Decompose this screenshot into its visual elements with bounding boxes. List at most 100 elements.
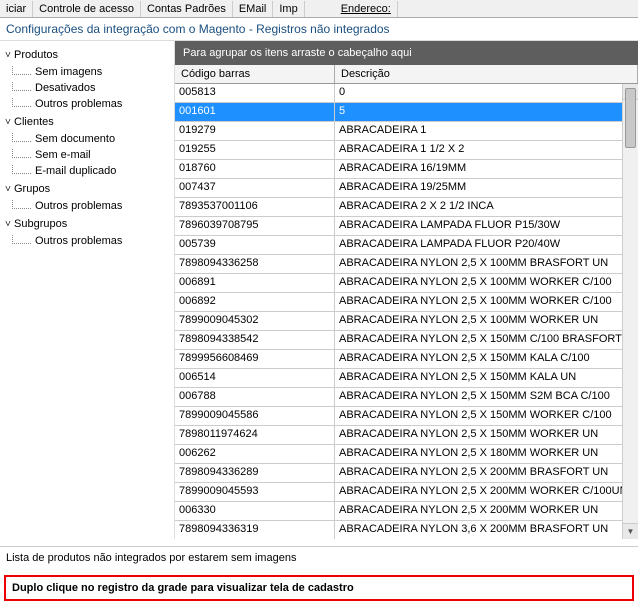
cell-desc: ABRACADEIRA NYLON 2,5 X 180MM WORKER UN [335, 445, 638, 463]
table-row[interactable]: 7898011974624ABRACADEIRA NYLON 2,5 X 150… [175, 426, 638, 445]
tree-item[interactable]: Sem documento [35, 133, 115, 145]
table-row[interactable]: 7899009045593ABRACADEIRA NYLON 2,5 X 200… [175, 483, 638, 502]
cell-code: 006514 [175, 369, 335, 387]
cell-desc: ABRACADEIRA NYLON 3,6 X 200MM BRASFORT U… [335, 521, 638, 539]
cell-desc: ABRACADEIRA NYLON 2,5 X 150MM S2M BCA C/… [335, 388, 638, 406]
cell-desc: 0 [335, 84, 638, 102]
cell-desc: ABRACADEIRA NYLON 2,5 X 100MM WORKER C/1… [335, 274, 638, 292]
cell-desc: ABRACADEIRA 1 [335, 122, 638, 140]
cell-desc: ABRACADEIRA LAMPADA FLUOR P15/30W [335, 217, 638, 235]
table-row[interactable]: 7898094336319ABRACADEIRA NYLON 3,6 X 200… [175, 521, 638, 539]
cell-code: 7899009045593 [175, 483, 335, 501]
menu-item[interactable]: Imp [273, 1, 304, 17]
cell-desc: ABRACADEIRA NYLON 2,5 X 150MM KALA UN [335, 369, 638, 387]
menu-item[interactable]: Contas Padrões [141, 1, 233, 17]
cell-desc: 5 [335, 103, 638, 121]
table-row[interactable]: 006330ABRACADEIRA NYLON 2,5 X 200MM WORK… [175, 502, 638, 521]
cell-code: 019255 [175, 141, 335, 159]
page-title: Configurações da integração com o Magent… [0, 18, 638, 41]
table-row[interactable]: 7896039708795ABRACADEIRA LAMPADA FLUOR P… [175, 217, 638, 236]
cell-code: 7898011974624 [175, 426, 335, 444]
cell-desc: ABRACADEIRA NYLON 2,5 X 100MM WORKER C/1… [335, 293, 638, 311]
table-row[interactable]: 7893537001106ABRACADEIRA 2 X 2 1/2 INCA [175, 198, 638, 217]
grid-headers[interactable]: Código barras Descrição [175, 65, 638, 84]
table-row[interactable]: 007437ABRACADEIRA 19/25MM [175, 179, 638, 198]
cell-desc: ABRACADEIRA NYLON 2,5 X 150MM KALA C/100 [335, 350, 638, 368]
data-grid[interactable]: Para agrupar os itens arraste o cabeçalh… [175, 41, 638, 539]
scroll-thumb[interactable] [625, 88, 636, 148]
cell-desc: ABRACADEIRA NYLON 2,5 X 200MM WORKER C/1… [335, 483, 638, 501]
cell-desc: ABRACADEIRA NYLON 2,5 X 200MM BRASFORT U… [335, 464, 638, 482]
tree-item[interactable]: Sem e-mail [35, 149, 91, 161]
table-row[interactable]: 7899956608469ABRACADEIRA NYLON 2,5 X 150… [175, 350, 638, 369]
top-menubar[interactable]: iciarControle de acessoContas PadrõesEMa… [0, 0, 638, 18]
cell-code: 006330 [175, 502, 335, 520]
cell-code: 7899956608469 [175, 350, 335, 368]
group-by-hint[interactable]: Para agrupar os itens arraste o cabeçalh… [175, 41, 638, 65]
tree-item[interactable]: Desativados [35, 82, 96, 94]
toggle-icon[interactable]: ˅ [2, 182, 14, 198]
col-header-desc[interactable]: Descrição [335, 65, 638, 83]
table-row[interactable]: 006891ABRACADEIRA NYLON 2,5 X 100MM WORK… [175, 274, 638, 293]
scrollbar[interactable]: ▲ ▼ [622, 84, 638, 539]
cell-desc: ABRACADEIRA NYLON 2,5 X 150MM C/100 BRAS… [335, 331, 638, 349]
table-row[interactable]: 7899009045302ABRACADEIRA NYLON 2,5 X 100… [175, 312, 638, 331]
cell-desc: ABRACADEIRA LAMPADA FLUOR P20/40W [335, 236, 638, 254]
table-row[interactable]: 006892ABRACADEIRA NYLON 2,5 X 100MM WORK… [175, 293, 638, 312]
toggle-icon[interactable]: ˅ [2, 217, 14, 233]
address-label: Endereco: [335, 1, 398, 17]
table-row[interactable]: 0058130 [175, 84, 638, 103]
table-row[interactable]: 018760ABRACADEIRA 16/19MM [175, 160, 638, 179]
cell-code: 7898094338542 [175, 331, 335, 349]
cell-code: 006788 [175, 388, 335, 406]
cell-code: 006892 [175, 293, 335, 311]
col-header-code[interactable]: Código barras [175, 65, 335, 83]
table-row[interactable]: 0016015 [175, 103, 638, 122]
table-row[interactable]: 006262ABRACADEIRA NYLON 2,5 X 180MM WORK… [175, 445, 638, 464]
cell-code: 7896039708795 [175, 217, 335, 235]
menu-item[interactable]: EMail [233, 1, 274, 17]
tree-group[interactable]: Subgrupos [14, 218, 67, 230]
cell-desc: ABRACADEIRA NYLON 2,5 X 100MM BRASFORT U… [335, 255, 638, 273]
tree-item[interactable]: Outros problemas [35, 200, 122, 212]
grid-body[interactable]: 00581300016015019279ABRACADEIRA 1019255A… [175, 84, 638, 539]
cell-code: 001601 [175, 103, 335, 121]
toggle-icon[interactable]: ˅ [2, 115, 14, 131]
tree-group[interactable]: Produtos [14, 49, 58, 61]
cell-code: 7898094336258 [175, 255, 335, 273]
tree-item[interactable]: E-mail duplicado [35, 165, 116, 177]
table-row[interactable]: 7898094336258ABRACADEIRA NYLON 2,5 X 100… [175, 255, 638, 274]
tree-group[interactable]: Clientes [14, 116, 54, 128]
cell-desc: ABRACADEIRA 19/25MM [335, 179, 638, 197]
cell-code: 006262 [175, 445, 335, 463]
table-row[interactable]: 005739ABRACADEIRA LAMPADA FLUOR P20/40W [175, 236, 638, 255]
tree-item[interactable]: Outros problemas [35, 98, 122, 110]
menu-item[interactable]: iciar [0, 1, 33, 17]
table-row[interactable]: 019279ABRACADEIRA 1 [175, 122, 638, 141]
cell-code: 7899009045586 [175, 407, 335, 425]
cell-code: 006891 [175, 274, 335, 292]
cell-code: 005739 [175, 236, 335, 254]
cell-desc: ABRACADEIRA 1 1/2 X 2 [335, 141, 638, 159]
tree-item[interactable]: Sem imagens [35, 66, 102, 78]
table-row[interactable]: 7898094336289ABRACADEIRA NYLON 2,5 X 200… [175, 464, 638, 483]
cell-desc: ABRACADEIRA NYLON 2,5 X 150MM WORKER UN [335, 426, 638, 444]
cell-code: 019279 [175, 122, 335, 140]
nav-tree[interactable]: ˅ProdutosSem imagensDesativadosOutros pr… [0, 41, 175, 539]
cell-code: 018760 [175, 160, 335, 178]
toggle-icon[interactable]: ˅ [2, 48, 14, 64]
cell-code: 007437 [175, 179, 335, 197]
table-row[interactable]: 006788ABRACADEIRA NYLON 2,5 X 150MM S2M … [175, 388, 638, 407]
cell-code: 7898094336319 [175, 521, 335, 539]
status-text: Lista de produtos não integrados por est… [0, 546, 638, 569]
cell-code: 7893537001106 [175, 198, 335, 216]
tree-group[interactable]: Grupos [14, 183, 50, 195]
scroll-down-icon[interactable]: ▼ [623, 523, 638, 539]
tree-item[interactable]: Outros problemas [35, 235, 122, 247]
table-row[interactable]: 006514ABRACADEIRA NYLON 2,5 X 150MM KALA… [175, 369, 638, 388]
table-row[interactable]: 7899009045586ABRACADEIRA NYLON 2,5 X 150… [175, 407, 638, 426]
table-row[interactable]: 7898094338542ABRACADEIRA NYLON 2,5 X 150… [175, 331, 638, 350]
cell-desc: ABRACADEIRA NYLON 2,5 X 200MM WORKER UN [335, 502, 638, 520]
table-row[interactable]: 019255ABRACADEIRA 1 1/2 X 2 [175, 141, 638, 160]
menu-item[interactable]: Controle de acesso [33, 1, 141, 17]
